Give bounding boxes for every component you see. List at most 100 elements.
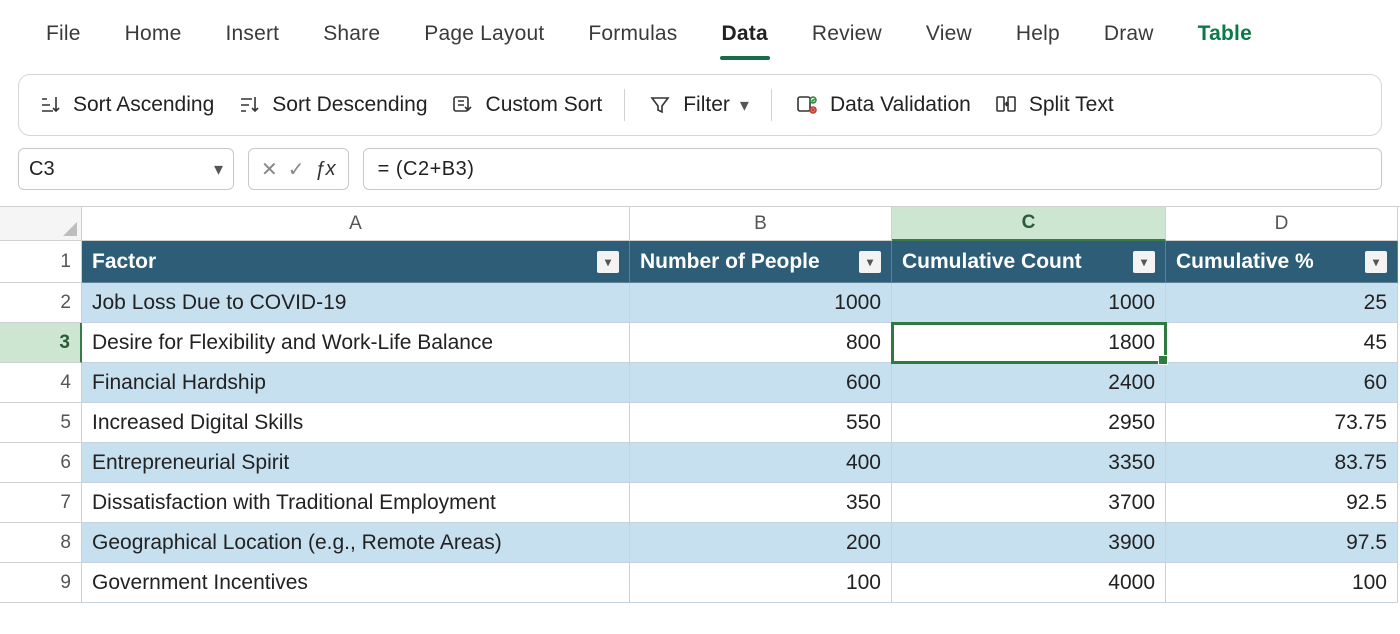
- cell-D4[interactable]: 60: [1166, 363, 1398, 403]
- filter-label: Filter: [683, 93, 730, 117]
- sort-ascending-button[interactable]: Sort Ascending: [37, 92, 214, 118]
- column-header-A[interactable]: A: [82, 207, 630, 241]
- ribbon-separator: [771, 89, 772, 121]
- table-header-cumpct-label: Cumulative %: [1176, 250, 1365, 274]
- sort-desc-icon: [236, 92, 262, 118]
- filter-dropdown-icon[interactable]: ▾: [1133, 251, 1155, 273]
- cell-D9[interactable]: 100: [1166, 563, 1398, 603]
- sort-descending-button[interactable]: Sort Descending: [236, 92, 427, 118]
- cell-A7[interactable]: Dissatisfaction with Traditional Employm…: [82, 483, 630, 523]
- cell-C4[interactable]: 2400: [892, 363, 1166, 403]
- cell-B9[interactable]: 100: [630, 563, 892, 603]
- split-text-button[interactable]: Split Text: [993, 92, 1114, 118]
- cancel-formula-icon[interactable]: ✕: [261, 157, 278, 182]
- row-header-7[interactable]: 7: [0, 483, 82, 523]
- cell-D2[interactable]: 25: [1166, 283, 1398, 323]
- sort-descending-label: Sort Descending: [272, 93, 427, 117]
- cell-B3[interactable]: 800: [630, 323, 892, 363]
- table-header-factor[interactable]: Factor ▾: [82, 241, 630, 283]
- menu-tab-data[interactable]: Data: [700, 16, 790, 52]
- menu-tab-page-layout[interactable]: Page Layout: [402, 16, 566, 52]
- cell-C7[interactable]: 3700: [892, 483, 1166, 523]
- cell-A2[interactable]: Job Loss Due to COVID-19: [82, 283, 630, 323]
- table-header-people[interactable]: Number of People ▾: [630, 241, 892, 283]
- table-header-cumpct[interactable]: Cumulative % ▾: [1166, 241, 1398, 283]
- table-row: 9 Government Incentives 100 4000 100: [0, 563, 1400, 603]
- table-header-factor-label: Factor: [92, 250, 597, 274]
- cell-A6[interactable]: Entrepreneurial Spirit: [82, 443, 630, 483]
- menu-tab-insert[interactable]: Insert: [203, 16, 301, 52]
- menu-tab-home[interactable]: Home: [103, 16, 204, 52]
- ribbon-data: Sort Ascending Sort Descending Custom So…: [18, 74, 1382, 136]
- data-validation-button[interactable]: Data Validation: [794, 92, 971, 118]
- cell-C6[interactable]: 3350: [892, 443, 1166, 483]
- split-text-label: Split Text: [1029, 93, 1114, 117]
- menu-tab-help[interactable]: Help: [994, 16, 1082, 52]
- row-header-5[interactable]: 5: [0, 403, 82, 443]
- formula-bar-row: C3 ▾ ✕ ✓ ƒx = (C2+B3): [0, 136, 1400, 196]
- fx-icon[interactable]: ƒx: [315, 158, 336, 181]
- menu-tab-table[interactable]: Table: [1176, 16, 1274, 52]
- menu-tab-share[interactable]: Share: [301, 16, 402, 52]
- select-all-corner[interactable]: [0, 207, 82, 241]
- menu-tab-review[interactable]: Review: [790, 16, 904, 52]
- table-row: 3 Desire for Flexibility and Work-Life B…: [0, 323, 1400, 363]
- chevron-down-icon: ▾: [214, 159, 223, 180]
- menu-tab-file[interactable]: File: [24, 16, 103, 52]
- table-row: 6 Entrepreneurial Spirit 400 3350 83.75: [0, 443, 1400, 483]
- accept-formula-icon[interactable]: ✓: [288, 157, 305, 182]
- column-header-C[interactable]: C: [892, 207, 1166, 241]
- cell-A4[interactable]: Financial Hardship: [82, 363, 630, 403]
- table-row: 5 Increased Digital Skills 550 2950 73.7…: [0, 403, 1400, 443]
- table-header-cumcount[interactable]: Cumulative Count ▾: [892, 241, 1166, 283]
- cell-C8[interactable]: 3900: [892, 523, 1166, 563]
- cell-A3[interactable]: Desire for Flexibility and Work-Life Bal…: [82, 323, 630, 363]
- cell-C5[interactable]: 2950: [892, 403, 1166, 443]
- cell-D5[interactable]: 73.75: [1166, 403, 1398, 443]
- row-header-3[interactable]: 3: [0, 323, 82, 363]
- cell-D6[interactable]: 83.75: [1166, 443, 1398, 483]
- split-text-icon: [993, 92, 1019, 118]
- cell-C9[interactable]: 4000: [892, 563, 1166, 603]
- name-box[interactable]: C3 ▾: [18, 148, 234, 190]
- sort-asc-icon: [37, 92, 63, 118]
- cell-D8[interactable]: 97.5: [1166, 523, 1398, 563]
- filter-button[interactable]: Filter ▾: [647, 92, 749, 118]
- row-header-1[interactable]: 1: [0, 241, 82, 283]
- filter-dropdown-icon[interactable]: ▾: [1365, 251, 1387, 273]
- formula-bar[interactable]: = (C2+B3): [363, 148, 1382, 190]
- column-header-D[interactable]: D: [1166, 207, 1398, 241]
- filter-dropdown-icon[interactable]: ▾: [859, 251, 881, 273]
- sort-ascending-label: Sort Ascending: [73, 93, 214, 117]
- filter-dropdown-icon[interactable]: ▾: [597, 251, 619, 273]
- row-header-9[interactable]: 9: [0, 563, 82, 603]
- row-header-8[interactable]: 8: [0, 523, 82, 563]
- menu-tab-formulas[interactable]: Formulas: [566, 16, 699, 52]
- cell-D7[interactable]: 92.5: [1166, 483, 1398, 523]
- row-header-2[interactable]: 2: [0, 283, 82, 323]
- cell-B5[interactable]: 550: [630, 403, 892, 443]
- menu-tab-draw[interactable]: Draw: [1082, 16, 1176, 52]
- cell-A5[interactable]: Increased Digital Skills: [82, 403, 630, 443]
- table-row: 4 Financial Hardship 600 2400 60: [0, 363, 1400, 403]
- cell-D3[interactable]: 45: [1166, 323, 1398, 363]
- cell-C3[interactable]: 1800: [892, 323, 1166, 363]
- spreadsheet-grid: A B C D 1 Factor ▾ Number of People ▾ Cu…: [0, 206, 1400, 603]
- cell-B7[interactable]: 350: [630, 483, 892, 523]
- cell-B4[interactable]: 600: [630, 363, 892, 403]
- cell-C2[interactable]: 1000: [892, 283, 1166, 323]
- cell-B2[interactable]: 1000: [630, 283, 892, 323]
- data-validation-label: Data Validation: [830, 93, 971, 117]
- cell-B8[interactable]: 200: [630, 523, 892, 563]
- formula-controls: ✕ ✓ ƒx: [248, 148, 349, 190]
- cell-B6[interactable]: 400: [630, 443, 892, 483]
- column-header-B[interactable]: B: [630, 207, 892, 241]
- cell-A8[interactable]: Geographical Location (e.g., Remote Area…: [82, 523, 630, 563]
- table-row: 2 Job Loss Due to COVID-19 1000 1000 25: [0, 283, 1400, 323]
- menu-tab-view[interactable]: View: [904, 16, 994, 52]
- name-box-value: C3: [29, 158, 55, 181]
- row-header-6[interactable]: 6: [0, 443, 82, 483]
- cell-A9[interactable]: Government Incentives: [82, 563, 630, 603]
- row-header-4[interactable]: 4: [0, 363, 82, 403]
- custom-sort-button[interactable]: Custom Sort: [450, 92, 603, 118]
